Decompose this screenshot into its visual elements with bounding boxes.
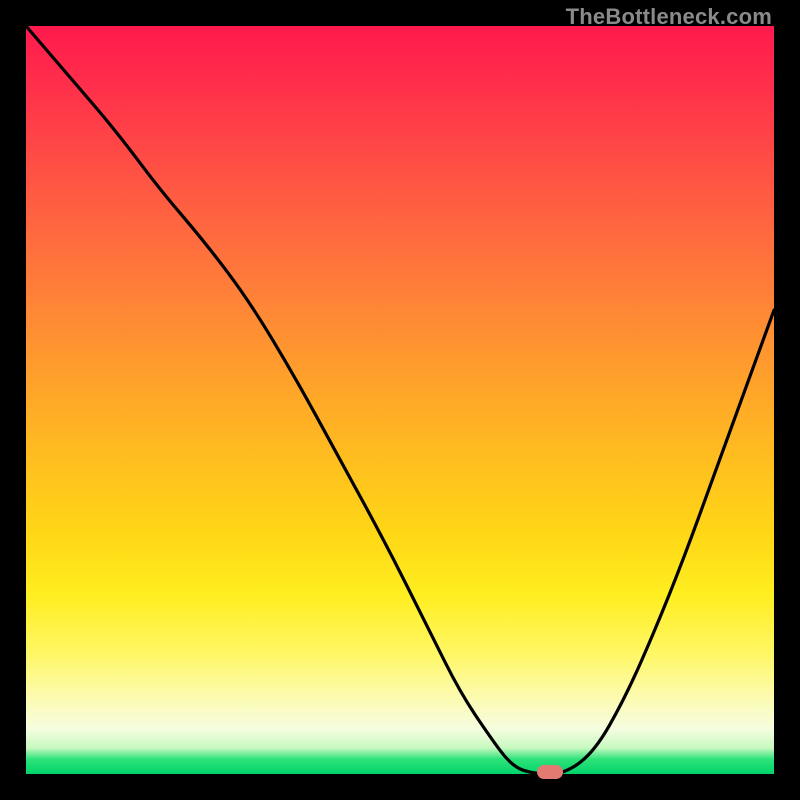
optimal-marker xyxy=(537,765,563,779)
plot-area xyxy=(26,26,774,774)
chart-frame: TheBottleneck.com xyxy=(0,0,800,800)
bottleneck-curve xyxy=(26,26,774,774)
